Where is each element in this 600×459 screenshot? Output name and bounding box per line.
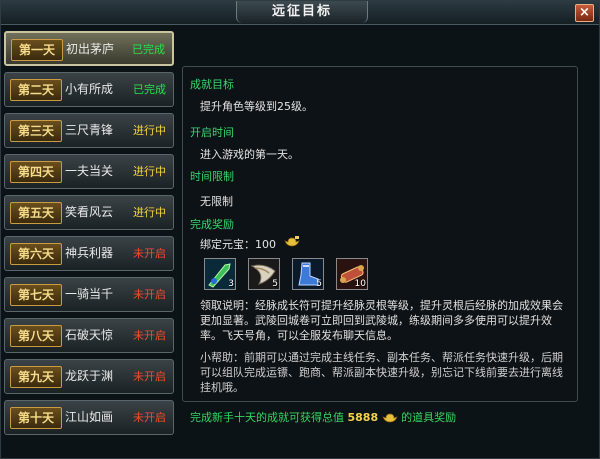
day-status: 未开启 [133,411,166,424]
day-tag: 第九天 [10,366,62,388]
day-item[interactable]: 第六天 神兵利器 未开启 [4,236,174,271]
expedition-goals-window: 远征目标 × 第一天 初出茅庐 已完成 第二天 小有所成 已完成 第三天 三尺青锋 进行中 第四天… [0,0,600,459]
day-item[interactable]: 第二天 小有所成 已完成 [4,72,174,107]
reward-item-count: 10 [354,279,366,289]
time-limit-text: 无限制 [200,195,233,208]
day-tag: 第三天 [10,120,62,142]
footer-reward-summary: 完成新手十天的成就可获得总值 5888 的道具奖励 [190,409,456,425]
day-status: 未开启 [133,329,166,342]
gold-ingot-icon [382,413,398,423]
day-tag: 第一天 [11,39,63,61]
day-tag: 第四天 [10,161,62,183]
day-item[interactable]: 第八天 石破天惊 未开启 [4,318,174,353]
reward-item-2[interactable]: 5 [248,258,280,290]
footer-suffix: 的道具奖励 [401,411,457,424]
day-status: 已完成 [132,43,165,56]
footer-total-value: 5888 [347,411,379,424]
window-title: 远征目标 [236,1,368,23]
claim-description: 领取说明：经脉成长符可提升经脉灵根等级，提升灵根后经脉的加成效果会更加显著。武陵… [200,299,563,342]
day-name: 江山如画 [65,410,114,424]
day-name: 笑看风云 [65,205,114,219]
day-tag: 第八天 [10,325,62,347]
reward-item-3[interactable]: 5 [292,258,324,290]
day-tag: 第五天 [10,202,62,224]
goal-text: 提升角色等级到25级。 [200,100,313,113]
day-name: 三尺青锋 [65,123,114,137]
day-tag: 第七天 [10,284,62,306]
day-name: 神兵利器 [65,246,114,260]
day-item[interactable]: 第七天 一骑当千 未开启 [4,277,174,312]
day-name: 小有所成 [65,82,114,96]
reward-item-count: 5 [272,279,278,289]
close-button[interactable]: × [575,4,594,22]
day-item[interactable]: 第四天 一夫当关 进行中 [4,154,174,189]
day-name: 初出茅庐 [66,42,115,56]
gold-ingot-icon [284,236,300,247]
day-name: 一夫当关 [65,164,114,178]
footer-prefix: 完成新手十天的成就可获得总值 [190,411,344,424]
day-tag: 第六天 [10,243,62,265]
reward-item-1[interactable]: 3 [204,258,236,290]
day-name: 一骑当千 [65,287,114,301]
title-bar[interactable]: 远征目标 × [1,1,599,25]
day-list: 第一天 初出茅庐 已完成 第二天 小有所成 已完成 第三天 三尺青锋 进行中 第四天 一夫当关 进行中… [4,31,176,455]
reward-heading: 完成奖励 [190,218,234,231]
day-item[interactable]: 第一天 初出茅庐 已完成 [4,31,174,66]
day-status: 未开启 [133,247,166,260]
open-time-heading: 开启时间 [190,126,234,139]
day-item[interactable]: 第九天 龙跃于渊 未开启 [4,359,174,394]
bound-gold-value: 100 [255,238,276,251]
day-status: 已完成 [133,83,166,96]
bound-gold-row: 绑定元宝：100 [200,236,276,252]
day-status: 进行中 [133,165,166,178]
day-item[interactable]: 第十天 江山如画 未开启 [4,400,174,435]
day-status: 进行中 [133,124,166,137]
day-status: 进行中 [133,206,166,219]
reward-item-4[interactable]: 10 [336,258,368,290]
goal-heading: 成就目标 [190,78,234,91]
day-status: 未开启 [133,370,166,383]
time-limit-heading: 时间限制 [190,170,234,183]
day-tag: 第二天 [10,79,62,101]
day-name: 龙跃于渊 [65,369,114,383]
day-item[interactable]: 第三天 三尺青锋 进行中 [4,113,174,148]
day-name: 石破天惊 [65,328,114,342]
reward-item-count: 5 [316,279,322,289]
bound-gold-label: 绑定元宝： [200,238,255,251]
day-item[interactable]: 第五天 笑看风云 进行中 [4,195,174,230]
day-status: 未开启 [133,288,166,301]
reward-item-count: 3 [228,279,234,289]
open-time-text: 进入游戏的第一天。 [200,148,299,161]
detail-panel: 成就目标 提升角色等级到25级。 开启时间 进入游戏的第一天。 时间限制 无限制… [182,66,578,402]
help-tip: 小帮助：前期可以通过完成主线任务、副本任务、帮派任务快速升级，后期可以组队完成运… [200,351,563,394]
day-tag: 第十天 [10,407,62,429]
